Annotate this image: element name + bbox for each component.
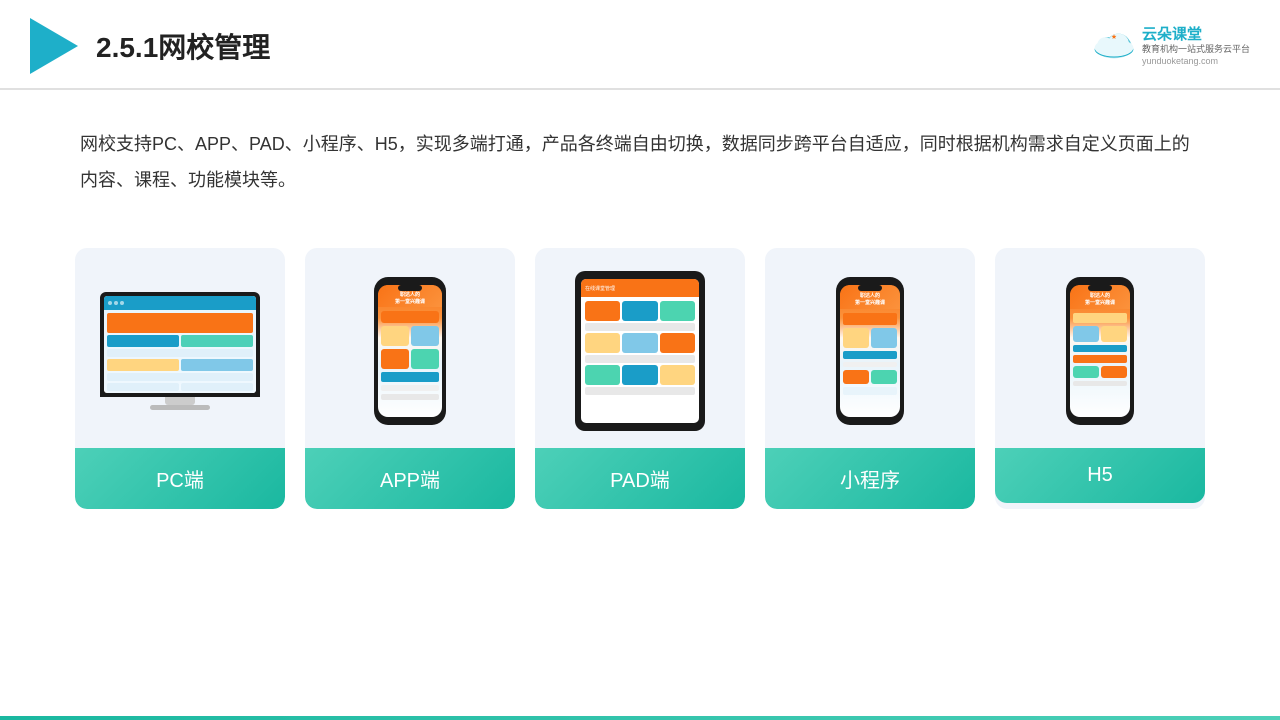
h5-phone-mockup: 职达人的第一堂兴趣课 [1066, 277, 1134, 425]
brand-name: 云朵课堂 [1142, 26, 1202, 44]
brand-logo: 云朵课堂 教育机构一站式服务云平台 yunduoketang.com [1092, 26, 1250, 66]
card-miniprogram: 职达人的第一堂兴趣课 [765, 248, 975, 509]
card-h5-image: 职达人的第一堂兴趣课 [995, 248, 1205, 448]
card-pc-label: PC端 [75, 448, 285, 509]
pc-mockup [100, 292, 260, 410]
card-miniprogram-label: 小程序 [765, 448, 975, 509]
card-app: 职达人的第一堂兴趣课 [305, 248, 515, 509]
app-phone-mockup: 职达人的第一堂兴趣课 [374, 277, 446, 425]
bottom-line [0, 716, 1280, 720]
brand-tagline: 教育机构一站式服务云平台 [1142, 44, 1250, 56]
header-right: 云朵课堂 教育机构一站式服务云平台 yunduoketang.com [1092, 26, 1250, 66]
description-text: 网校支持PC、APP、PAD、小程序、H5，实现多端打通，产品各终端自由切换，数… [80, 126, 1200, 198]
cloud-icon [1092, 30, 1136, 62]
description: 网校支持PC、APP、PAD、小程序、H5，实现多端打通，产品各终端自由切换，数… [0, 90, 1280, 218]
cards-container: PC端 职达人的第一堂兴趣课 [0, 228, 1280, 509]
logo-icon [30, 18, 78, 74]
page-title: 2.5.1网校管理 [96, 26, 270, 66]
card-pad: 在线课堂管理 [535, 248, 745, 509]
card-pc: PC端 [75, 248, 285, 509]
brand-url: yunduoketang.com [1142, 56, 1218, 66]
card-pc-image [75, 248, 285, 448]
card-miniprogram-image: 职达人的第一堂兴趣课 [765, 248, 975, 448]
brand-text: 云朵课堂 教育机构一站式服务云平台 yunduoketang.com [1142, 26, 1250, 66]
card-h5-label: H5 [995, 448, 1205, 503]
card-pad-label: PAD端 [535, 448, 745, 509]
header-left: 2.5.1网校管理 [30, 18, 270, 74]
card-app-image: 职达人的第一堂兴趣课 [305, 248, 515, 448]
tablet-mockup: 在线课堂管理 [575, 271, 705, 431]
card-pad-image: 在线课堂管理 [535, 248, 745, 448]
card-h5: 职达人的第一堂兴趣课 [995, 248, 1205, 509]
card-app-label: APP端 [305, 448, 515, 509]
miniprogram-phone-mockup: 职达人的第一堂兴趣课 [836, 277, 904, 425]
header: 2.5.1网校管理 云朵课堂 教育机构一站式服务云平台 yunduoketa [0, 0, 1280, 90]
